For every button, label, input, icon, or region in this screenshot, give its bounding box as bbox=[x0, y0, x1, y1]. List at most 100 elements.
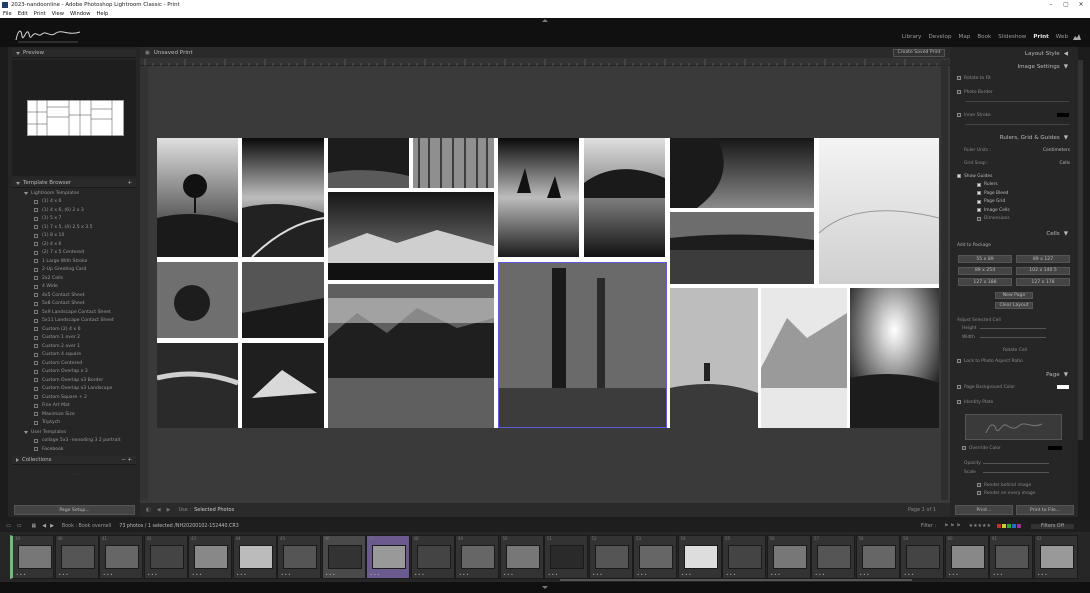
grid-snap-select[interactable]: Cells bbox=[1060, 161, 1071, 166]
filmstrip-thumbnail[interactable]: 57 • • • bbox=[811, 535, 855, 579]
grid-view-icon[interactable]: ▦ bbox=[31, 523, 36, 529]
forward-icon[interactable]: ▶ bbox=[50, 523, 54, 529]
rotate-to-fit-checkbox[interactable]: Rotate to Fit bbox=[957, 74, 991, 83]
image-settings-header[interactable]: Image Settings ▼ bbox=[952, 62, 1076, 71]
photo-misty-lake[interactable] bbox=[670, 212, 814, 284]
template-item[interactable]: Custom Overlap x3 Landscape bbox=[8, 385, 140, 394]
template-item[interactable]: Fine Art Mat bbox=[8, 402, 140, 411]
cell-size-button[interactable]: 102 x 140.5 bbox=[1016, 266, 1070, 275]
add-template-icon[interactable]: + bbox=[127, 180, 132, 186]
first-page-icon[interactable]: ◧ bbox=[146, 507, 151, 513]
photo-mountain-clouds[interactable] bbox=[328, 284, 494, 428]
flag-filter-icons[interactable]: ⚑ ⚑ ⚑ bbox=[944, 523, 961, 529]
filmstrip-thumbnail[interactable]: 53 • • • bbox=[633, 535, 677, 579]
template-item[interactable]: Custom Centered bbox=[8, 359, 140, 368]
template-item[interactable]: 1 Large With Stroke bbox=[8, 257, 140, 266]
guide-checkbox[interactable]: Image Cells bbox=[977, 206, 1010, 215]
photo-storm-sea[interactable] bbox=[156, 343, 239, 428]
filmstrip-thumbnail[interactable]: 44 • • • bbox=[232, 535, 277, 579]
module-slideshow[interactable]: Slideshow bbox=[998, 34, 1026, 40]
template-item[interactable]: (2) 7 x 5 Centered bbox=[8, 249, 140, 258]
photo-beach-sunburst[interactable] bbox=[242, 138, 325, 258]
guide-checkbox[interactable]: Page Grid bbox=[977, 198, 1005, 207]
template-item[interactable]: Custom (2) 4 x 6 bbox=[8, 325, 140, 334]
screen-1-icon[interactable]: ▭ bbox=[6, 523, 11, 529]
photo-sea-stacks[interactable] bbox=[498, 138, 579, 257]
canvas-scrollbar[interactable] bbox=[941, 60, 948, 500]
minimize-icon[interactable]: – bbox=[1044, 0, 1058, 9]
photo-snow-mountain[interactable] bbox=[761, 288, 847, 428]
page-background-checkbox[interactable]: Page Background Color bbox=[957, 383, 1015, 392]
template-item[interactable]: (1) 5 x 7 bbox=[8, 215, 140, 224]
inner-stroke-checkbox[interactable]: Inner Stroke bbox=[957, 111, 991, 120]
source-breadcrumb[interactable]: Book : Book overnell bbox=[62, 524, 111, 529]
identity-plate-preview[interactable] bbox=[965, 414, 1062, 440]
filmstrip-thumbnail[interactable]: 41 • • • bbox=[99, 535, 143, 579]
layout-style-header[interactable]: Layout Style ◀ bbox=[952, 49, 1076, 58]
template-item[interactable]: 5x9 Landscape Contact Sheet bbox=[8, 308, 140, 317]
cell-size-button[interactable]: 55 x 89 bbox=[958, 255, 1012, 263]
photo-trees-clouds[interactable] bbox=[157, 262, 238, 338]
template-item[interactable]: (1) 4 x 6 bbox=[8, 198, 140, 207]
template-item[interactable]: Custom 1 over 2 bbox=[8, 334, 140, 343]
width-slider[interactable] bbox=[980, 337, 1046, 338]
create-saved-print-button[interactable]: Create Saved Print bbox=[893, 48, 945, 57]
identity-plate-checkbox[interactable]: Identity Plate bbox=[957, 398, 993, 407]
photo-tree-hill[interactable] bbox=[157, 138, 238, 257]
cell-size-button[interactable]: 127 x 188 bbox=[958, 278, 1012, 286]
menu-window[interactable]: Window bbox=[70, 11, 90, 17]
next-page-icon[interactable]: ▶ bbox=[167, 507, 171, 513]
page-setup-button[interactable]: Page Setup... bbox=[14, 505, 135, 515]
show-guides-checkbox[interactable]: Show Guides bbox=[957, 172, 992, 181]
template-item[interactable]: 5x8 Contact Sheet bbox=[8, 300, 140, 309]
photo-sun-mist[interactable] bbox=[850, 288, 939, 428]
stroke-color-swatch[interactable] bbox=[1057, 113, 1069, 117]
module-develop[interactable]: Develop bbox=[928, 34, 951, 40]
template-item[interactable]: collage 5x3 -nenoding 3 2 portrait bbox=[8, 437, 140, 446]
cell-size-button[interactable]: 89 x 127 bbox=[1016, 255, 1070, 263]
photo-snowcap-peak[interactable] bbox=[242, 343, 324, 428]
filters-off-select[interactable]: Filters Off bbox=[1031, 523, 1074, 529]
filmstrip-thumbnail[interactable]: 45 • • • bbox=[277, 535, 321, 579]
scale-slider[interactable] bbox=[983, 472, 1049, 473]
filmstrip-thumbnail[interactable]: 49 • • • bbox=[455, 535, 499, 579]
close-icon[interactable]: ✕ bbox=[1074, 0, 1088, 9]
clear-layout-button[interactable]: Clear Layout bbox=[995, 302, 1033, 309]
page-bg-color-swatch[interactable] bbox=[1057, 385, 1069, 389]
template-item[interactable]: (2) 4 x 6 bbox=[8, 240, 140, 249]
collapse-top-icon[interactable] bbox=[542, 19, 548, 22]
photo-cliff-fog[interactable] bbox=[670, 138, 814, 208]
collections-menu-icon[interactable]: − + bbox=[121, 457, 132, 463]
photo-border-checkbox[interactable]: Photo Border bbox=[957, 88, 993, 97]
filmstrip-thumbnail[interactable]: 48 • • • bbox=[410, 535, 455, 579]
filmstrip-thumbnail[interactable]: 54 • • • bbox=[677, 535, 722, 579]
filmstrip-thumbnail[interactable]: 60 • • • bbox=[944, 535, 989, 579]
template-item[interactable]: (1) 4 x 6, (6) 2 x 3 bbox=[8, 206, 140, 215]
maximize-icon[interactable]: ▢ bbox=[1059, 0, 1073, 9]
filmstrip-thumbnail[interactable]: 62 • • • bbox=[1033, 535, 1078, 579]
template-item[interactable]: 2x2 Cells bbox=[8, 274, 140, 283]
template-item[interactable]: Custom 2 over 1 bbox=[8, 342, 140, 351]
opacity-slider[interactable] bbox=[983, 463, 1049, 464]
filmstrip-thumbnail[interactable]: 61 • • • bbox=[989, 535, 1033, 579]
page-header[interactable]: Page ▼ bbox=[952, 370, 1076, 379]
menu-help[interactable]: Help bbox=[96, 11, 108, 17]
template-item[interactable]: Facebook bbox=[8, 445, 140, 454]
photo-forest-path-selected[interactable] bbox=[498, 262, 667, 428]
menu-file[interactable]: File bbox=[3, 11, 12, 17]
folder-lightroom-templates[interactable]: Lightroom Templates bbox=[8, 189, 140, 198]
photo-lighthouse-fog[interactable] bbox=[670, 288, 758, 428]
template-item[interactable]: Custom Overlap x3 Border bbox=[8, 376, 140, 385]
rotate-cell-label[interactable]: Rotate Cell bbox=[1003, 346, 1027, 355]
render-every-checkbox[interactable]: Render on every image bbox=[977, 489, 1035, 498]
template-item[interactable]: Custom Overlap x 3 bbox=[8, 368, 140, 377]
override-color-checkbox[interactable]: Override Color bbox=[962, 444, 1001, 453]
right-panel-scrollbar[interactable] bbox=[1078, 60, 1083, 440]
cell-size-button[interactable]: 89 x 254 bbox=[958, 266, 1012, 275]
menu-print[interactable]: Print bbox=[34, 11, 46, 17]
star-filter-icons[interactable]: ★★★★★ bbox=[969, 523, 991, 529]
lock-aspect-checkbox[interactable]: Lock to Photo Aspect Ratio bbox=[957, 357, 1023, 366]
rulers-grid-header[interactable]: Rulers, Grid & Guides ▼ bbox=[952, 133, 1076, 142]
module-map[interactable]: Map bbox=[959, 34, 971, 40]
print-to-file-button[interactable]: Print to File... bbox=[1016, 505, 1074, 515]
